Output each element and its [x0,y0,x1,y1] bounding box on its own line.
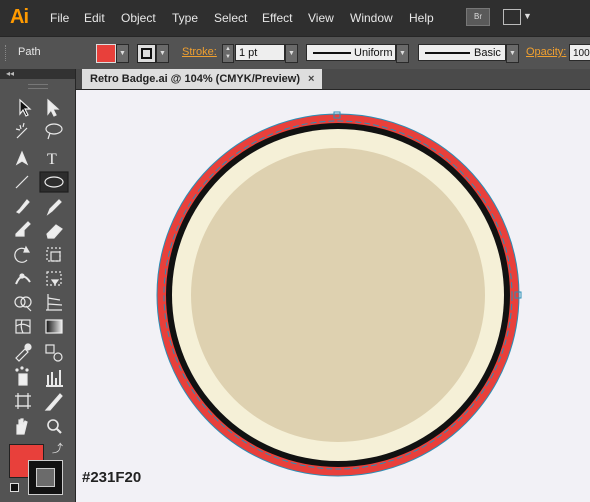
column-graph-tool-icon[interactable] [46,370,63,387]
selection-tool-icon[interactable] [19,98,32,117]
pencil-tool-icon[interactable] [46,199,62,216]
perspective-grid-tool-icon[interactable] [46,294,63,311]
document-tab-bar: Retro Badge.ai @ 104% (CMYK/Preview) × [76,69,590,90]
eraser-tool-icon[interactable] [46,224,63,239]
center-disc[interactable] [191,148,485,442]
stroke-label[interactable]: Stroke: [182,46,217,58]
direct-selection-tool-icon[interactable] [47,98,60,117]
badge-artwork [156,111,522,477]
profile-dropdown[interactable]: ▼ [396,44,409,63]
menu-window[interactable]: Window [350,11,393,25]
fill-swatch[interactable] [96,44,116,63]
artboard-tool-icon[interactable] [15,393,31,409]
rotate-tool-icon[interactable] [14,245,31,263]
menu-bar: Ai File Edit Object Type Select Effect V… [0,0,590,36]
line-segment-tool-icon[interactable] [15,175,29,189]
selection-type-label: Path [18,46,41,58]
tools-grid: T [14,98,69,435]
stroke-weight-stepper[interactable]: ▲ ▼ [222,44,234,63]
blend-tool-icon[interactable] [45,344,63,362]
opacity-field[interactable]: 100% [569,44,590,61]
grip-icon[interactable] [5,45,9,61]
fill-dropdown[interactable]: ▼ [116,44,129,63]
width-tool-icon[interactable] [15,273,31,285]
menu-type[interactable]: Type [172,11,198,25]
tab-retro-badge[interactable]: Retro Badge.ai @ 104% (CMYK/Preview) × [82,69,322,89]
zoom-tool-icon[interactable] [47,419,62,434]
gradient-tool-icon[interactable] [45,319,63,334]
menu-edit[interactable]: Edit [84,11,105,25]
tab-title: Retro Badge.ai @ 104% (CMYK/Preview) [90,73,301,85]
menu-object[interactable]: Object [121,11,156,25]
type-tool-icon[interactable]: T [47,151,57,168]
toolbar-grip-icon[interactable] [28,84,48,89]
swap-fill-stroke-icon[interactable]: ⤴ [52,440,63,456]
bridge-button[interactable]: Br [466,8,490,26]
variable-width-profile[interactable]: Uniform [306,44,396,61]
brush-line-icon [425,52,470,54]
toolbar-collapse[interactable]: ◂◂ [0,69,75,79]
menu-file[interactable]: File [50,11,69,25]
slice-tool-icon[interactable] [44,393,63,411]
chevron-down-icon[interactable]: ▼ [523,11,532,21]
svg-text:T: T [47,151,57,168]
stroke-dropdown[interactable]: ▼ [156,44,169,63]
profile-line-icon [313,52,351,54]
pen-tool-icon[interactable] [15,150,29,166]
menu-select[interactable]: Select [214,11,247,25]
stroke-weight-field[interactable]: 1 pt [235,44,285,61]
stroke-swatch[interactable] [137,44,156,63]
brush-definition[interactable]: Basic [418,44,506,61]
menu-help[interactable]: Help [409,11,434,25]
stroke-color-box[interactable] [28,460,63,495]
control-bar: Path ▼ ▼ Stroke: ▲ ▼ 1 pt ▼ Uniform ▼ Bas… [0,36,590,70]
brush-dropdown[interactable]: ▼ [506,44,519,63]
arrange-documents-icon[interactable] [503,9,521,25]
lasso-tool-icon[interactable] [45,123,63,140]
stroke-weight-dropdown[interactable]: ▼ [285,44,298,63]
app-logo: Ai [10,6,29,28]
menu-effect[interactable]: Effect [262,11,292,25]
menu-view[interactable]: View [308,11,334,25]
close-icon[interactable]: × [308,69,314,89]
paintbrush-tool-icon[interactable] [15,199,30,214]
scale-tool-icon[interactable] [46,247,61,262]
hand-tool-icon[interactable] [16,418,28,435]
free-transform-tool-icon[interactable] [46,271,62,286]
profile-label: Uniform [354,47,393,59]
tools-panel: ◂◂ T ⤴ [0,69,76,502]
eyedropper-tool-icon[interactable] [15,343,32,362]
symbol-sprayer-tool-icon[interactable] [15,366,29,386]
brush-label: Basic [474,47,501,59]
default-fill-stroke-icon[interactable] [10,483,19,492]
magic-wand-tool-icon[interactable] [15,122,28,139]
artboard-canvas[interactable] [76,90,590,502]
ellipse-tool-icon[interactable] [39,171,69,193]
blob-brush-tool-icon[interactable] [15,221,31,237]
opacity-label[interactable]: Opacity: [526,46,566,58]
shape-builder-tool-icon[interactable] [14,296,32,312]
mesh-tool-icon[interactable] [15,319,31,334]
color-hex-caption: #231F20 [82,469,142,486]
